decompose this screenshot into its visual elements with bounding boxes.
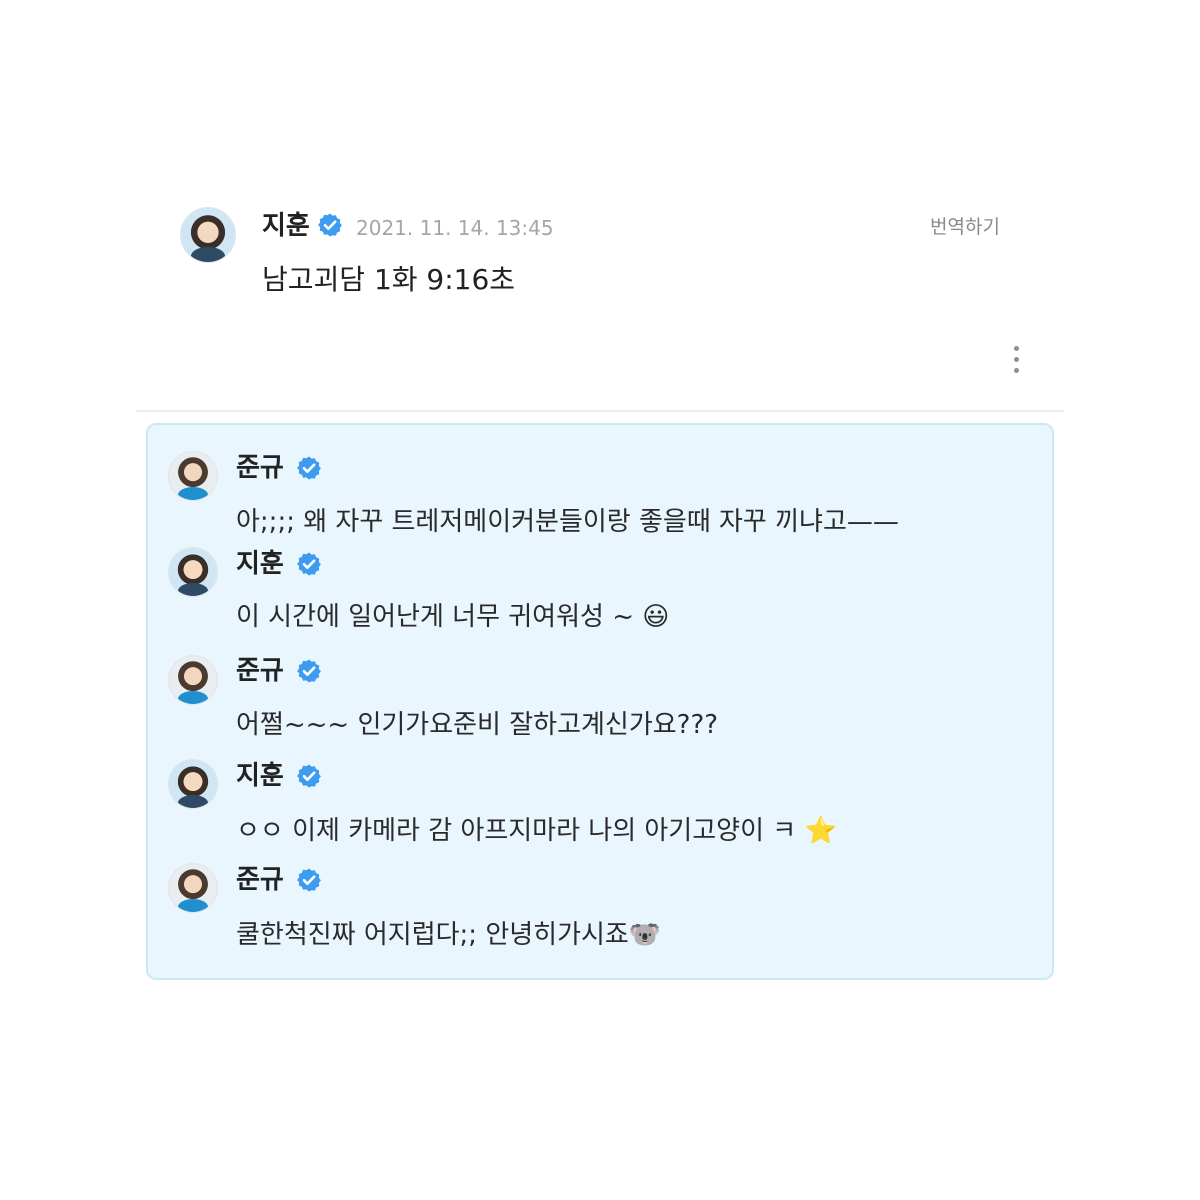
reply-text: ㅇㅇ 이제 카메라 감 아프지마라 나의 아기고양이 ㅋ ⭐ [236, 816, 837, 846]
divider [136, 410, 1064, 412]
reply-thread: 준규 아;;;; 왜 자꾸 트레저메이커분들이랑 좋을때 자꾸 끼냐고—— 지훈… [146, 423, 1054, 980]
avatar[interactable] [168, 863, 218, 913]
verified-badge-icon [296, 763, 322, 789]
reply-text: 쿨한척진짜 어지럽다;; 안녕히가시죠🐨 [236, 920, 662, 950]
avatar[interactable] [180, 207, 236, 263]
avatar[interactable] [168, 655, 218, 705]
reply-author-name[interactable]: 준규 [236, 453, 284, 483]
avatar[interactable] [168, 451, 218, 501]
verified-badge-icon [296, 551, 322, 577]
more-vertical-icon[interactable] [1003, 340, 1031, 380]
avatar[interactable] [168, 547, 218, 597]
post-text: 남고괴담 1화 9:16초 [262, 263, 516, 296]
post-author-name[interactable]: 지훈 [262, 211, 310, 241]
verified-badge-icon [296, 658, 322, 684]
reply-text: 어쩔~~~ 인기가요준비 잘하고계신가요??? [236, 710, 719, 740]
reply-author-name[interactable]: 준규 [236, 865, 284, 895]
translate-button[interactable]: 번역하기 [930, 213, 1000, 241]
post-timestamp: 2021. 11. 14. 13:45 [356, 216, 554, 240]
verified-badge-icon [296, 867, 322, 893]
main-post: 지훈 2021. 11. 14. 13:45 번역하기 남고괴담 1화 9:16… [0, 0, 1200, 420]
reply-author-name[interactable]: 준규 [236, 656, 284, 686]
reply-author-name[interactable]: 지훈 [236, 549, 284, 579]
verified-badge-icon [296, 455, 322, 481]
avatar[interactable] [168, 759, 218, 809]
reply-text: 이 시간에 일어난게 너무 귀여워성 ~ 😃 [236, 602, 670, 632]
reply-author-name[interactable]: 지훈 [236, 761, 284, 791]
reply-text: 아;;;; 왜 자꾸 트레저메이커분들이랑 좋을때 자꾸 끼냐고—— [236, 507, 899, 537]
verified-badge-icon [317, 212, 343, 238]
